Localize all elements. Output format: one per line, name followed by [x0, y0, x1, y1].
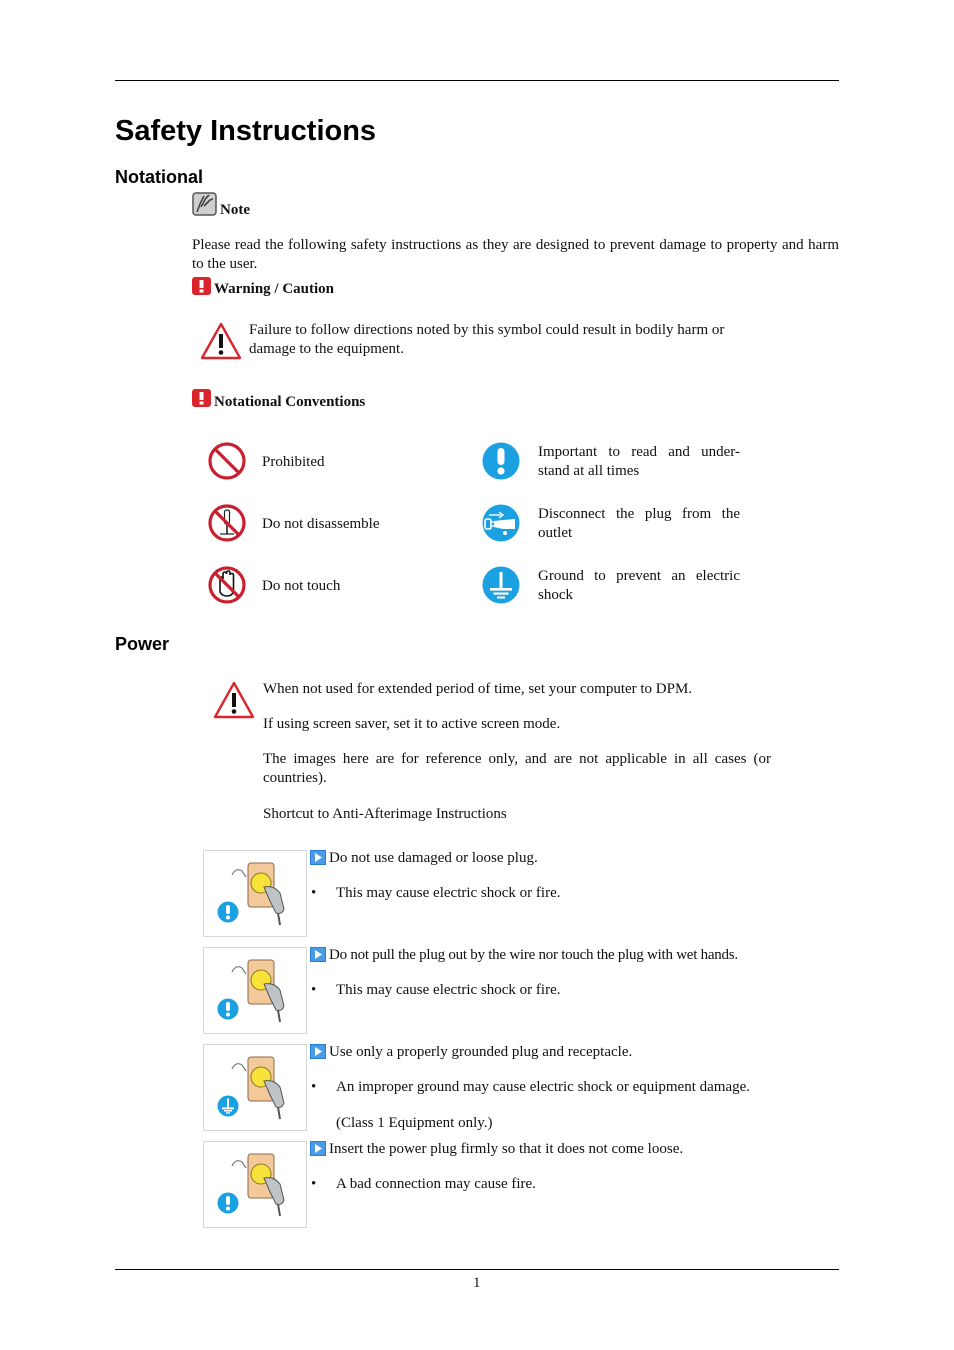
power-item-illustration: [203, 947, 307, 1034]
warning-text: Failure to follow directions noted by th…: [249, 322, 725, 357]
power-item-title: Use only a properly grounded plug and re…: [329, 1044, 633, 1060]
power-item-title: Do not use damaged or loose plug.: [329, 850, 538, 866]
convention-label-disassemble: Do not disassemble: [262, 516, 380, 532]
do-not-disassemble-icon: [207, 503, 247, 543]
important-icon: [217, 901, 239, 923]
bullet-dot: •: [311, 982, 317, 998]
power-item-title: Insert the power plug firmly so that it …: [329, 1141, 684, 1157]
do-not-touch-icon: [207, 565, 247, 605]
page-title: Safety Instructions: [115, 115, 377, 147]
power-item-illustration: [203, 850, 307, 937]
important-icon: [481, 441, 521, 481]
bullet-dot: •: [311, 1176, 317, 1192]
ground-icon: [481, 565, 521, 605]
blue-arrow-bullet-icon: [310, 947, 326, 962]
power-item-illustration: [203, 1044, 307, 1131]
ground-icon: [217, 1095, 239, 1117]
disconnect-plug-icon: [481, 503, 521, 543]
power-item-bullet: An improper ground may cause electric sh…: [336, 1079, 751, 1095]
anti-afterimage-link[interactable]: Shortcut to Anti-Afterimage Instructions: [263, 805, 507, 824]
blue-arrow-bullet-icon: [310, 850, 326, 865]
convention-label-prohibited: Prohibited: [262, 454, 325, 470]
header-rule: [115, 80, 839, 81]
power-item-bullet: This may cause electric shock or fire.: [336, 885, 561, 901]
bullet-dot: •: [311, 885, 317, 901]
warning-badge-icon: [192, 277, 211, 295]
conventions-label: Notational Conventions: [214, 394, 366, 410]
bullet-dot: •: [311, 1079, 317, 1095]
section-heading-power: Power: [115, 634, 170, 654]
power-item-note: (Class 1 Equipment only.): [336, 1115, 493, 1131]
note-icon: [192, 192, 217, 216]
power-item-bullet: A bad connection may cause fire.: [336, 1176, 536, 1192]
important-icon: [217, 1192, 239, 1214]
page-number: 1: [473, 1275, 481, 1291]
warning-triangle-icon: [200, 322, 242, 360]
power-intro-screensaver: If using screen saver, set it to active …: [263, 716, 561, 732]
footer-rule: [115, 1269, 839, 1270]
note-text: Please read the following safety instruc…: [192, 237, 839, 272]
section-heading-notational: Notational: [115, 167, 203, 187]
power-intro-reference: The images here are for reference only, …: [263, 751, 771, 786]
power-item-bullet: This may cause electric shock or fire.: [336, 982, 561, 998]
convention-label-ground: Ground to prevent an electric shock: [538, 568, 740, 603]
conventions-badge-icon: [192, 389, 211, 407]
warning-label: Warning / Caution: [214, 281, 335, 297]
convention-label-important: Important to read and under-stand at all…: [538, 444, 740, 479]
prohibited-icon: [207, 441, 247, 481]
blue-arrow-bullet-icon: [310, 1141, 326, 1156]
power-item-illustration: [203, 1141, 307, 1228]
warning-triangle-icon: [213, 681, 255, 719]
convention-label-touch: Do not touch: [262, 578, 341, 594]
note-label: Note: [220, 202, 250, 218]
important-icon: [217, 998, 239, 1020]
convention-label-disconnect: Disconnect the plug from the outlet: [538, 506, 740, 541]
power-intro-dpm: When not used for extended period of tim…: [263, 681, 693, 697]
blue-arrow-bullet-icon: [310, 1044, 326, 1059]
power-item-title: Do not pull the plug out by the wire nor…: [329, 947, 738, 963]
